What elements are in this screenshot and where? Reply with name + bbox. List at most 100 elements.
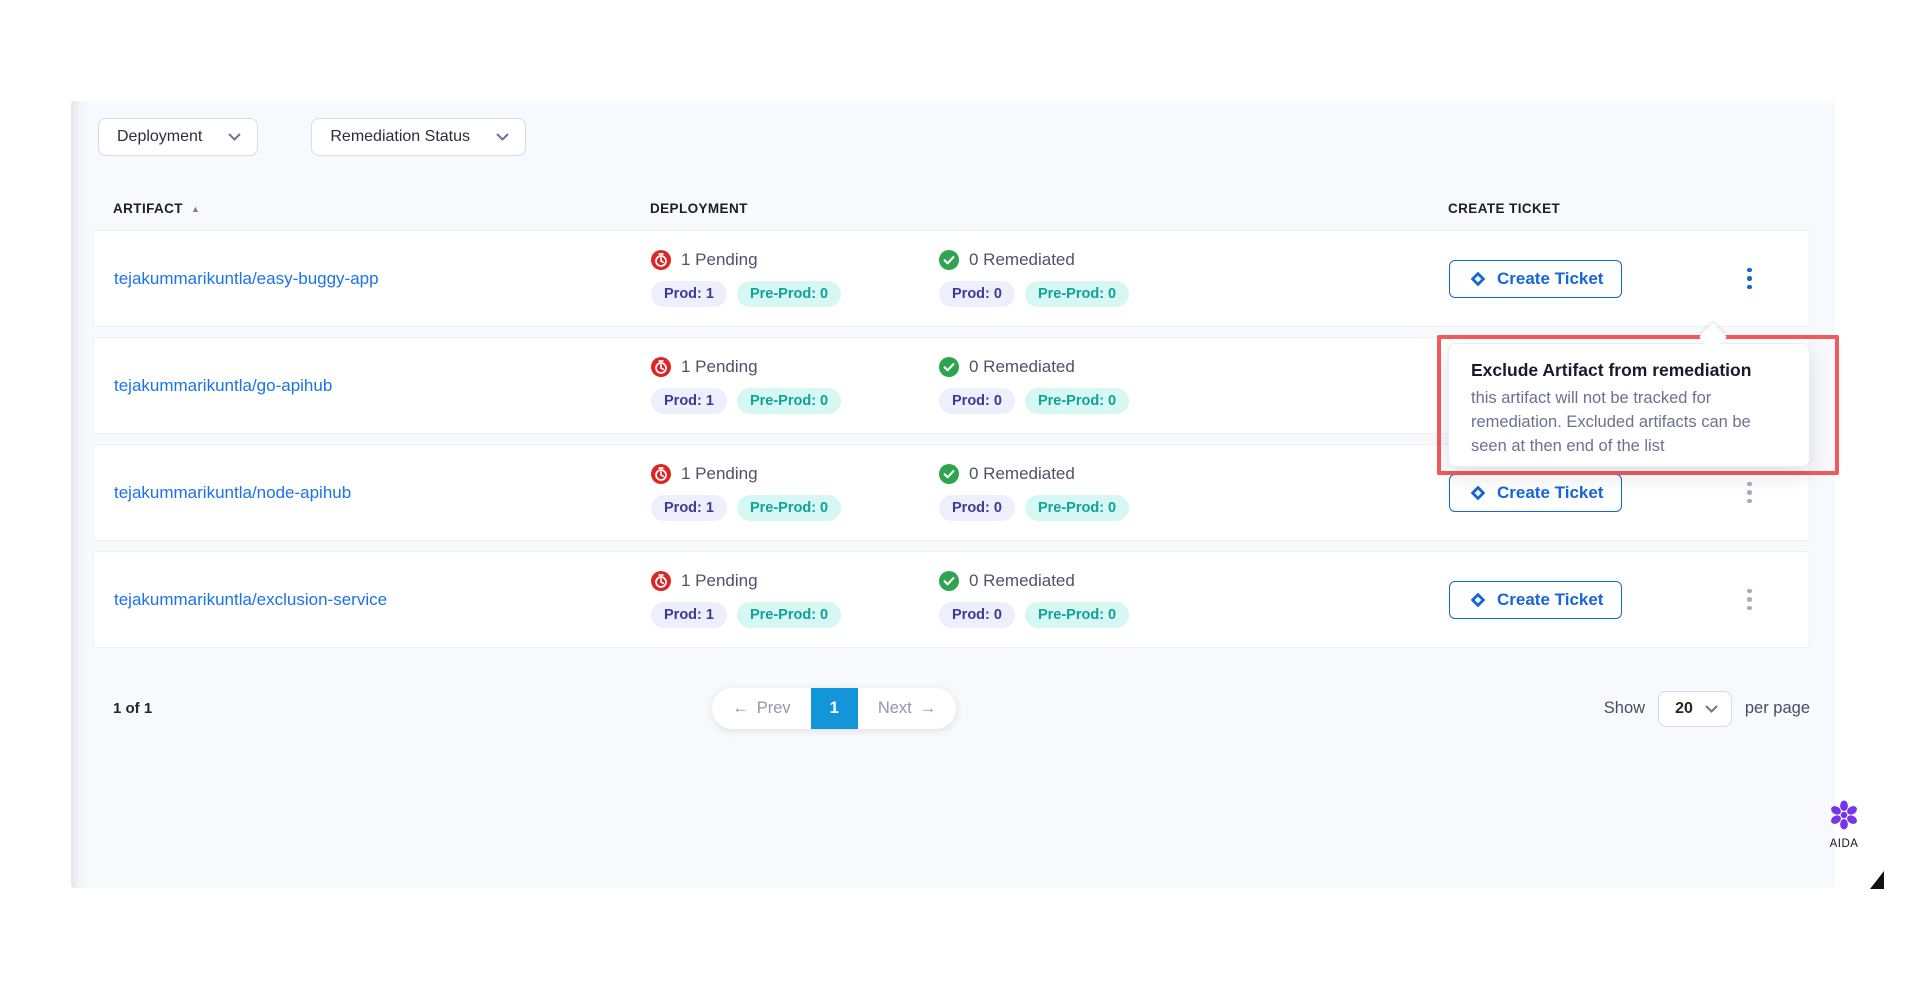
exclude-artifact-tooltip: Exclude Artifact from remediation this a… <box>1448 343 1810 467</box>
artifact-link[interactable]: tejakummarikuntla/go-apihub <box>114 376 332 395</box>
pending-clock-icon <box>651 357 671 377</box>
remediated-cell: 0 Remediated Prod: 0 Pre-Prod: 0 <box>939 571 1449 628</box>
chevron-down-icon <box>496 133 509 141</box>
remediated-count: 0 Remediated <box>969 464 1075 484</box>
prod-badge: Prod: 0 <box>939 281 1015 307</box>
arrow-right-icon: → <box>920 699 937 718</box>
remediated-count: 0 Remediated <box>969 250 1075 270</box>
page-size-select[interactable]: 20 <box>1658 691 1732 727</box>
pre-prod-badge: Pre-Prod: 0 <box>737 281 841 307</box>
column-header-create-ticket: CREATE TICKET <box>1448 201 1710 216</box>
ticket-diamond-icon <box>1468 590 1488 610</box>
deployment-filter-label: Deployment <box>117 128 202 146</box>
pending-count: 1 Pending <box>681 464 758 484</box>
artifact-link[interactable]: tejakummarikuntla/node-apihub <box>114 483 351 502</box>
pending-count: 1 Pending <box>681 357 758 377</box>
remediated-check-icon <box>939 250 959 270</box>
remediated-count: 0 Remediated <box>969 571 1075 591</box>
pre-prod-badge: Pre-Prod: 0 <box>1025 281 1129 307</box>
next-page-button[interactable]: Next → <box>858 688 956 729</box>
row-menu-button[interactable] <box>1739 581 1760 619</box>
pre-prod-badge: Pre-Prod: 0 <box>1025 495 1129 521</box>
aida-widget[interactable]: AIDA <box>1822 800 1866 850</box>
artifact-header-label: ARTIFACT <box>113 201 183 216</box>
remediated-check-icon <box>939 357 959 377</box>
pending-count: 1 Pending <box>681 571 758 591</box>
artifact-cell: tejakummarikuntla/exclusion-service <box>114 590 651 610</box>
prod-badge: Prod: 0 <box>939 602 1015 628</box>
artifact-cell: tejakummarikuntla/go-apihub <box>114 376 651 396</box>
create-ticket-label: Create Ticket <box>1497 483 1603 503</box>
tooltip-title: Exclude Artifact from remediation <box>1471 360 1787 381</box>
create-ticket-button[interactable]: Create Ticket <box>1449 581 1622 619</box>
table-row: tejakummarikuntla/easy-buggy-app 1 Pendi… <box>93 230 1810 327</box>
filter-bar: Deployment Remediation Status <box>71 101 1835 156</box>
prod-badge: Prod: 0 <box>939 388 1015 414</box>
per-page-label: per page <box>1745 699 1810 718</box>
remediated-cell: 0 Remediated Prod: 0 Pre-Prod: 0 <box>939 464 1449 521</box>
create-ticket-cell: Create Ticket <box>1449 474 1711 512</box>
create-ticket-button[interactable]: Create Ticket <box>1449 474 1622 512</box>
pre-prod-badge: Pre-Prod: 0 <box>737 388 841 414</box>
create-ticket-cell: Create Ticket <box>1449 260 1711 298</box>
create-ticket-button[interactable]: Create Ticket <box>1449 260 1622 298</box>
row-actions-cell <box>1711 474 1809 512</box>
deployment-header-label: DEPLOYMENT <box>650 201 748 216</box>
page-range-label: 1 of 1 <box>113 700 152 717</box>
prev-page-button[interactable]: ← Prev <box>712 688 810 729</box>
row-actions-cell <box>1711 260 1809 298</box>
resize-handle-icon[interactable] <box>1870 871 1884 889</box>
column-header-deployment: DEPLOYMENT <box>650 201 938 216</box>
deployment-pending-cell: 1 Pending Prod: 1 Pre-Prod: 0 <box>651 357 939 414</box>
remediated-cell: 0 Remediated Prod: 0 Pre-Prod: 0 <box>939 250 1449 307</box>
highlight-annotation: Exclude Artifact from remediation this a… <box>1437 335 1839 475</box>
table-row: tejakummarikuntla/exclusion-service 1 Pe… <box>93 551 1810 648</box>
artifact-link[interactable]: tejakummarikuntla/exclusion-service <box>114 590 387 609</box>
page-1-button[interactable]: 1 <box>811 688 858 729</box>
pending-clock-icon <box>651 250 671 270</box>
remediated-cell: 0 Remediated Prod: 0 Pre-Prod: 0 <box>939 357 1449 414</box>
prod-badge: Prod: 1 <box>651 602 727 628</box>
remediated-check-icon <box>939 464 959 484</box>
arrow-left-icon: ← <box>732 699 749 718</box>
prod-badge: Prod: 1 <box>651 388 727 414</box>
pagination-bar: 1 of 1 ← Prev 1 Next → Show 20 per page <box>93 688 1810 729</box>
deployment-pending-cell: 1 Pending Prod: 1 Pre-Prod: 0 <box>651 250 939 307</box>
pager: ← Prev 1 Next → <box>712 688 956 729</box>
remediated-check-icon <box>939 571 959 591</box>
chevron-down-icon <box>228 133 241 141</box>
aida-label: AIDA <box>1822 838 1866 850</box>
row-actions-cell <box>1711 581 1809 619</box>
pending-clock-icon <box>651 571 671 591</box>
show-label: Show <box>1604 699 1645 718</box>
aida-flower-icon <box>1829 800 1859 830</box>
pre-prod-badge: Pre-Prod: 0 <box>737 602 841 628</box>
prod-badge: Prod: 1 <box>651 495 727 521</box>
create-ticket-cell: Create Ticket <box>1449 581 1711 619</box>
prev-label: Prev <box>757 699 791 718</box>
pending-clock-icon <box>651 464 671 484</box>
page-size-control: Show 20 per page <box>1604 691 1810 727</box>
remediated-count: 0 Remediated <box>969 357 1075 377</box>
tooltip-body: this artifact will not be tracked for re… <box>1471 387 1787 459</box>
create-ticket-header-label: CREATE TICKET <box>1448 201 1560 216</box>
row-menu-button[interactable] <box>1739 474 1760 512</box>
pending-count: 1 Pending <box>681 250 758 270</box>
deployment-pending-cell: 1 Pending Prod: 1 Pre-Prod: 0 <box>651 464 939 521</box>
remediation-status-filter-label: Remediation Status <box>330 128 470 146</box>
pre-prod-badge: Pre-Prod: 0 <box>1025 602 1129 628</box>
remediation-panel: Deployment Remediation Status ARTIFACT ▲… <box>71 101 1835 888</box>
prod-badge: Prod: 0 <box>939 495 1015 521</box>
column-header-artifact[interactable]: ARTIFACT ▲ <box>113 201 650 216</box>
row-menu-button[interactable] <box>1739 260 1760 298</box>
prod-badge: Prod: 1 <box>651 281 727 307</box>
sort-ascending-icon[interactable]: ▲ <box>191 204 200 214</box>
table-header-row: ARTIFACT ▲ DEPLOYMENT CREATE TICKET <box>93 201 1810 216</box>
artifact-cell: tejakummarikuntla/node-apihub <box>114 483 651 503</box>
deployment-pending-cell: 1 Pending Prod: 1 Pre-Prod: 0 <box>651 571 939 628</box>
artifact-link[interactable]: tejakummarikuntla/easy-buggy-app <box>114 269 379 288</box>
ticket-diamond-icon <box>1468 269 1488 289</box>
remediation-status-filter-dropdown[interactable]: Remediation Status <box>311 118 526 156</box>
deployment-filter-dropdown[interactable]: Deployment <box>98 118 258 156</box>
artifact-cell: tejakummarikuntla/easy-buggy-app <box>114 269 651 289</box>
